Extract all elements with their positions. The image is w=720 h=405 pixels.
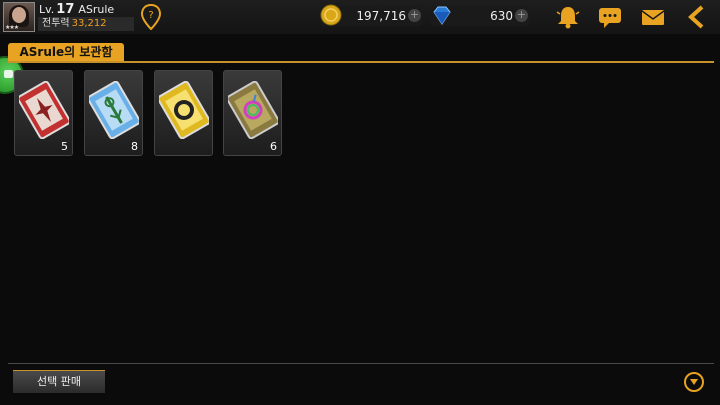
inventory-slot-2[interactable]: 8	[84, 70, 143, 156]
select-sell-button[interactable]: 선택 판매	[13, 370, 105, 393]
player-name: ASrule	[78, 3, 115, 16]
rank-stars: ★★★	[5, 24, 19, 31]
svg-text:?: ?	[148, 10, 153, 21]
gem-counter: 630 +	[431, 6, 529, 26]
mail-icon[interactable]	[639, 4, 667, 30]
power-value: 33,212	[71, 18, 107, 29]
player-avatar[interactable]: ★★★	[3, 2, 35, 32]
bottom-divider	[8, 363, 714, 364]
inventory-slot-1[interactable]: 5	[14, 70, 73, 156]
tab-divider	[8, 61, 714, 63]
top-bar: ★★★ Lv. 17 ASrule 전투력 33,212 ? 197,716 + 63…	[0, 0, 720, 34]
level-number: 17	[56, 2, 75, 17]
player-level: Lv. 17 ASrule	[39, 2, 114, 17]
blue-ticket-icon	[89, 81, 139, 139]
item-count: 8	[131, 140, 138, 153]
gem-value: 630	[490, 9, 513, 23]
gold-counter: 197,716 +	[320, 4, 422, 26]
red-compass-ticket-icon	[19, 81, 69, 139]
chat-icon[interactable]	[596, 4, 624, 30]
map-pin-icon[interactable]: ?	[141, 4, 161, 30]
scroll-down-icon[interactable]	[684, 372, 704, 392]
inventory-slot-3[interactable]	[154, 70, 213, 156]
item-count: 6	[270, 140, 277, 153]
combat-power: 전투력 33,212	[38, 17, 134, 31]
gold-ticket-icon	[159, 81, 209, 139]
rainbow-ticket-icon	[228, 81, 278, 139]
blue-gem-icon	[433, 6, 451, 25]
add-gold-button[interactable]: +	[408, 9, 421, 22]
avatar-face	[12, 7, 26, 23]
back-chevron-icon[interactable]	[684, 4, 712, 30]
item-count: 5	[61, 140, 68, 153]
storage-tab[interactable]: ASrule의 보관함	[8, 43, 124, 62]
power-label: 전투력	[42, 18, 70, 29]
gold-coin-icon	[320, 4, 342, 26]
level-prefix: Lv.	[39, 3, 55, 16]
add-gem-button[interactable]: +	[515, 9, 528, 22]
inventory-slot-4[interactable]: 6	[223, 70, 282, 156]
gold-value: 197,716	[356, 9, 406, 23]
bell-icon[interactable]	[554, 4, 582, 30]
